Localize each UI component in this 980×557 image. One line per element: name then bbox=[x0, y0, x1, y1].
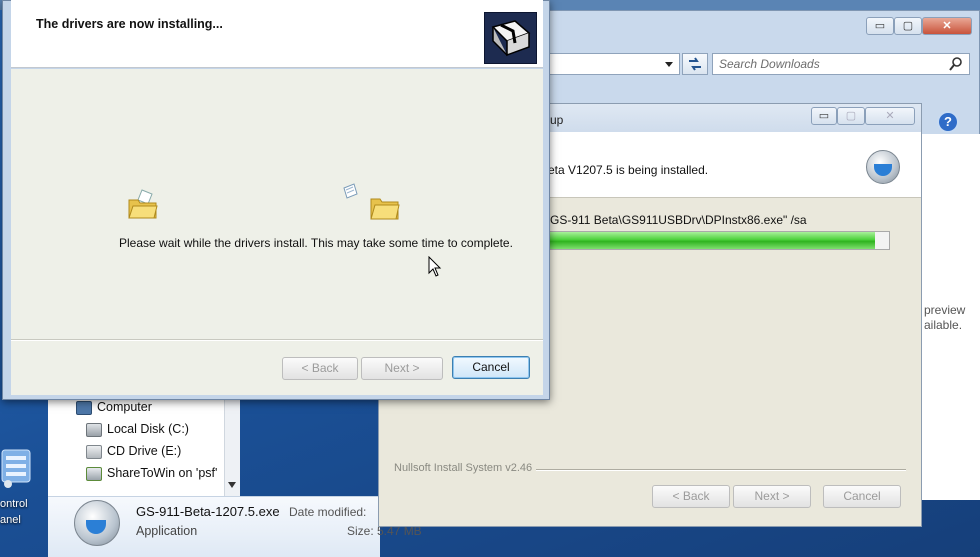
destination-folder-icon bbox=[370, 193, 400, 220]
nav-item-label: CD Drive (E:) bbox=[107, 444, 182, 458]
search-input[interactable]: Search Downloads bbox=[712, 53, 970, 75]
computer-icon bbox=[76, 401, 92, 415]
preview-pane bbox=[920, 134, 980, 500]
nav-item-computer[interactable]: Computer bbox=[76, 399, 226, 417]
driver-dialog-divider bbox=[11, 339, 543, 341]
nsis-branding: Nullsoft Install System v2.46 bbox=[394, 462, 537, 474]
explorer-close-button[interactable]: ✕ bbox=[922, 17, 972, 35]
setup-status-text: eta V1207.5 is being installed. bbox=[548, 163, 709, 177]
cd-drive-icon bbox=[86, 445, 102, 459]
setup-command-text: GS-911 Beta\GS911USBDrv\DPInstx86.exe" /… bbox=[550, 213, 807, 227]
setup-back-button[interactable]: < Back bbox=[652, 485, 730, 508]
driver-dialog-body bbox=[11, 69, 543, 395]
nav-item-label: Computer bbox=[97, 400, 152, 414]
nav-item-label: ShareToWin on 'psf' bbox=[107, 466, 218, 480]
nav-item-label: Local Disk (C:) bbox=[107, 422, 189, 436]
flying-document-icon bbox=[340, 182, 360, 202]
explorer-maximize-button[interactable]: ▢ bbox=[894, 17, 922, 35]
driver-next-button[interactable]: Next > bbox=[361, 357, 443, 380]
driver-dialog-header bbox=[11, 0, 543, 68]
hardware-wizard-icon bbox=[484, 12, 537, 64]
driver-cancel-button[interactable]: Cancel bbox=[452, 356, 530, 379]
network-drive-icon bbox=[86, 467, 102, 481]
mouse-cursor-icon bbox=[428, 255, 442, 278]
nav-item-sharetowin[interactable]: ShareToWin on 'psf' bbox=[86, 465, 236, 483]
details-file-name: GS-911-Beta-1207.5.exe bbox=[136, 504, 280, 519]
details-date-label: Date modified: bbox=[289, 505, 367, 519]
setup-minimize-button[interactable]: ▭ bbox=[811, 107, 837, 125]
setup-title: up bbox=[550, 113, 564, 127]
help-icon-glyph: ? bbox=[944, 114, 952, 129]
refresh-icon[interactable] bbox=[682, 53, 708, 75]
driver-dialog-heading: The drivers are now installing... bbox=[36, 17, 223, 31]
nav-item-local-disk[interactable]: Local Disk (C:) bbox=[86, 421, 236, 439]
source-folder-icon bbox=[128, 188, 158, 219]
drive-icon bbox=[86, 423, 102, 437]
preview-pane-text-2: ailable. bbox=[924, 318, 963, 332]
setup-maximize-button[interactable]: ▢ bbox=[837, 107, 865, 125]
setup-cancel-button[interactable]: Cancel bbox=[823, 485, 901, 508]
address-dropdown-icon[interactable] bbox=[664, 58, 674, 68]
setup-close-button[interactable]: ✕ bbox=[865, 107, 915, 125]
driver-back-button[interactable]: < Back bbox=[282, 357, 358, 380]
search-icon[interactable] bbox=[948, 56, 964, 72]
install-progress-fill bbox=[549, 232, 875, 249]
setup-next-button[interactable]: Next > bbox=[733, 485, 811, 508]
driver-wait-message: Please wait while the drivers install. T… bbox=[119, 236, 513, 250]
details-size-label: Size: bbox=[347, 524, 374, 538]
explorer-minimize-button[interactable]: ▭ bbox=[866, 17, 894, 35]
nav-item-cd-drive[interactable]: CD Drive (E:) bbox=[86, 443, 236, 461]
control-panel-label-line-1: ontrol bbox=[0, 498, 28, 510]
control-panel-icon[interactable] bbox=[0, 448, 34, 488]
help-icon[interactable]: ? bbox=[936, 110, 960, 134]
address-bar[interactable] bbox=[548, 53, 680, 75]
control-panel-label-line-2: anel bbox=[0, 514, 21, 526]
preview-pane-text-1: preview bbox=[924, 303, 966, 317]
details-file-type: Application bbox=[136, 524, 198, 538]
